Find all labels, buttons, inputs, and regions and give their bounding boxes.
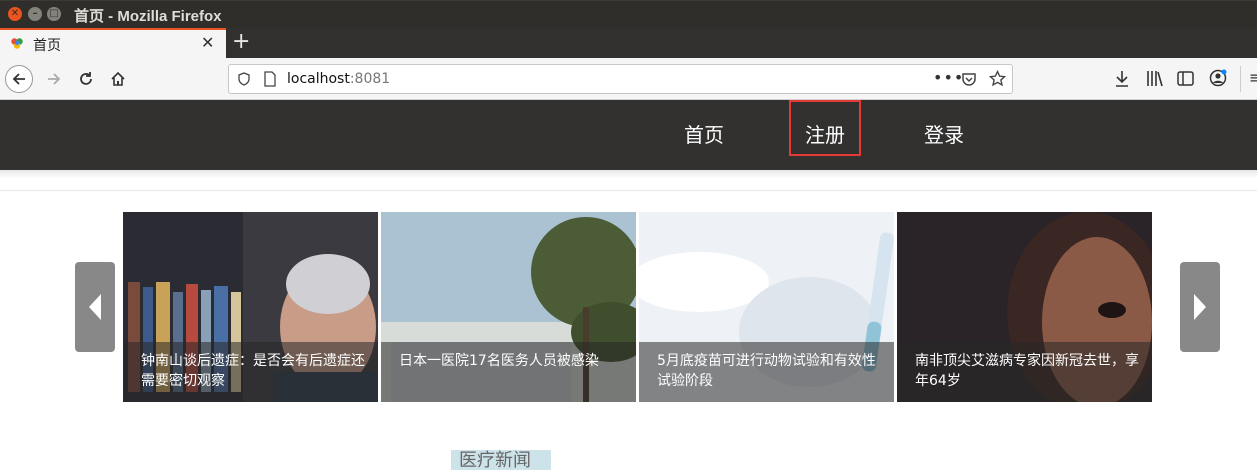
- window-minimize-button[interactable]: –: [28, 7, 42, 21]
- sidebar-icon[interactable]: [1177, 71, 1194, 86]
- window-titlebar: ✕ – □ 首页 - Mozilla Firefox: [0, 0, 1257, 28]
- carousel-caption: 日本一医院17名医务人员被感染: [381, 342, 636, 402]
- shield-icon: [238, 72, 250, 86]
- home-icon: [111, 71, 125, 86]
- chevron-left-icon: [89, 294, 101, 320]
- carousel-caption: 5月底疫苗可进行动物试验和有效性试验阶段: [639, 342, 894, 402]
- window-maximize-button[interactable]: □: [47, 7, 61, 21]
- carousel-caption: 钟南山谈后遗症：是否会有后遗症还需要密切观察: [123, 342, 378, 402]
- back-button[interactable]: [5, 65, 33, 93]
- page-icon: [264, 71, 276, 87]
- star-icon[interactable]: [989, 70, 1006, 87]
- download-icon[interactable]: [1114, 70, 1130, 88]
- header-shadow: [0, 170, 1257, 178]
- navigation-toolbar: localhost:8081 ••• ≡: [0, 58, 1257, 100]
- forward-button[interactable]: [40, 65, 68, 93]
- nav-link-home[interactable]: 首页: [684, 119, 724, 148]
- pocket-icon[interactable]: [961, 71, 977, 87]
- reload-button[interactable]: [72, 65, 100, 93]
- carousel-card[interactable]: 5月底疫苗可进行动物试验和有效性试验阶段: [639, 212, 894, 402]
- maximize-icon: □: [49, 8, 59, 19]
- home-button[interactable]: [104, 65, 132, 93]
- window-close-button[interactable]: ✕: [8, 7, 22, 21]
- chevron-right-icon: [1194, 294, 1206, 320]
- reload-icon: [80, 72, 92, 85]
- forward-icon: [48, 73, 61, 85]
- close-icon: ✕: [10, 8, 20, 19]
- account-icon: [1209, 69, 1227, 87]
- register-highlight-box: [789, 100, 861, 156]
- carousel-card[interactable]: 日本一医院17名医务人员被感染: [381, 212, 636, 402]
- carousel-prev-button[interactable]: [75, 262, 115, 352]
- carousel-card[interactable]: 钟南山谈后遗症：是否会有后遗症还需要密切观察: [123, 212, 378, 402]
- tab-home[interactable]: 首页 ✕: [0, 28, 226, 58]
- address-bar[interactable]: localhost:8081 •••: [228, 64, 1013, 94]
- section-title-medical-news: 医疗新闻: [451, 450, 551, 471]
- carousel-next-button[interactable]: [1180, 262, 1220, 352]
- tab-close-icon[interactable]: ✕: [201, 33, 214, 52]
- nav-link-login[interactable]: 登录: [924, 119, 964, 148]
- url-text: localhost:8081: [287, 71, 390, 87]
- window-title: 首页 - Mozilla Firefox: [74, 8, 222, 25]
- back-icon: [12, 73, 25, 85]
- url-port: :8081: [349, 71, 391, 87]
- content-divider: [0, 190, 1257, 191]
- carousel-card[interactable]: 南非顶尖艾滋病专家因新冠去世，享年64岁: [897, 212, 1152, 402]
- tab-strip: 首页 ✕ +: [0, 28, 1257, 58]
- tab-label: 首页: [33, 38, 61, 54]
- url-host: localhost: [287, 71, 350, 87]
- carousel-caption: 南非顶尖艾滋病专家因新冠去世，享年64岁: [897, 342, 1152, 402]
- toolbar-divider: [1240, 66, 1241, 92]
- minimize-icon: –: [32, 8, 38, 19]
- site-header: 首页 注册 登录: [0, 100, 1257, 170]
- account-button[interactable]: [1209, 69, 1227, 87]
- menu-icon[interactable]: ≡: [1249, 68, 1257, 87]
- more-icon[interactable]: •••: [933, 68, 964, 87]
- library-icon[interactable]: [1146, 70, 1164, 87]
- new-tab-button[interactable]: +: [232, 29, 250, 55]
- favicon-icon: [11, 38, 23, 49]
